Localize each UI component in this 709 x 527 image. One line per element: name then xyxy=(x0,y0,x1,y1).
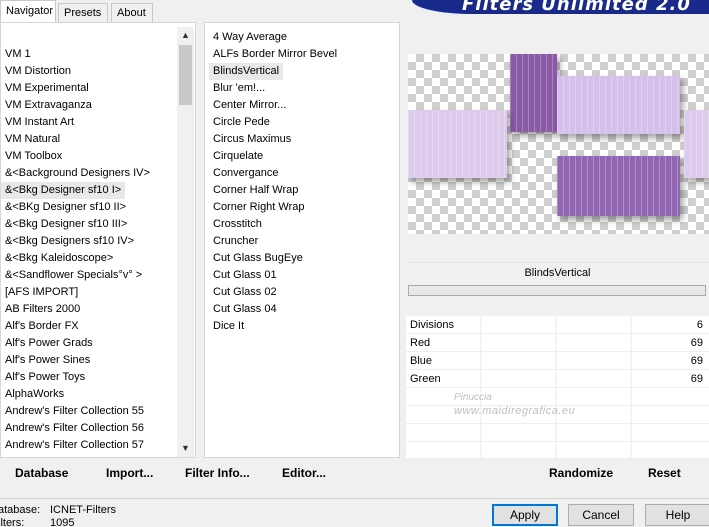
progress-bar xyxy=(408,285,706,296)
watermark-url: www.maidiregrafica.eu xyxy=(454,405,576,417)
category-item[interactable]: &<Bkg Designer sf10 I> xyxy=(1,182,126,199)
category-item[interactable]: AlphaWorks xyxy=(1,386,150,403)
category-item[interactable]: Alf's Power Toys xyxy=(1,369,150,386)
category-item[interactable]: VM Instant Art xyxy=(1,114,150,131)
randomize-button[interactable]: Randomize xyxy=(549,466,613,480)
scroll-down-icon[interactable]: ▼ xyxy=(177,440,194,457)
preview-block xyxy=(684,110,709,178)
filter-item[interactable]: Corner Right Wrap xyxy=(209,199,337,216)
reset-button[interactable]: Reset xyxy=(648,466,681,480)
filter-item[interactable]: Cut Glass 02 xyxy=(209,284,337,301)
filter-item[interactable]: Corner Half Wrap xyxy=(209,182,337,199)
filter-item[interactable]: Circus Maximus xyxy=(209,131,337,148)
database-button[interactable]: Database xyxy=(15,466,68,480)
filters-count-label: ilters: xyxy=(0,517,25,527)
category-item[interactable]: Andrew's Filter Collection 56 xyxy=(1,420,150,437)
scroll-up-icon[interactable]: ▲ xyxy=(177,27,194,44)
category-panel: VM 1 VM Distortion VM Experimental VM Extra… xyxy=(0,22,196,458)
param-value: 6 xyxy=(696,319,703,331)
filter-item[interactable]: Center Mirror... xyxy=(209,97,337,114)
toolbar: Database Import... Filter Info... Editor… xyxy=(0,460,709,488)
preview-block xyxy=(557,76,680,134)
category-list[interactable]: VM 1 VM Distortion VM Experimental VM Extra… xyxy=(1,46,150,454)
preview-block xyxy=(408,110,507,178)
category-item[interactable]: &<Bkg Designer sf10 III> xyxy=(1,216,150,233)
help-button[interactable]: Help xyxy=(645,504,709,526)
filter-item[interactable]: Convergance xyxy=(209,165,337,182)
category-item[interactable]: VM Toolbox xyxy=(1,148,150,165)
tab-bar: Navigator Presets About Filters Unlimite… xyxy=(0,0,709,22)
param-blue[interactable]: Blue 69 xyxy=(406,352,709,370)
app-title: Filters Unlimited 2.0 xyxy=(462,0,691,14)
param-empty xyxy=(406,442,709,460)
preview-block xyxy=(510,54,557,132)
preview-block xyxy=(557,156,680,216)
filter-item[interactable]: Cruncher xyxy=(209,233,337,250)
filter-item[interactable]: Blur 'em!... xyxy=(209,80,337,97)
param-value: 69 xyxy=(690,373,703,385)
database-label: atabase: xyxy=(0,504,41,516)
apply-button[interactable]: Apply xyxy=(492,504,558,526)
category-item[interactable]: [AFS IMPORT] xyxy=(1,284,150,301)
category-item[interactable]: &<Bkg Kaleidoscope> xyxy=(1,250,150,267)
param-red[interactable]: Red 69 xyxy=(406,334,709,352)
watermark: Pinuccia www.maidiregrafica.eu xyxy=(454,392,575,417)
cancel-button[interactable]: Cancel xyxy=(568,504,634,526)
watermark-name: Pinuccia xyxy=(454,392,492,403)
tab-navigator[interactable]: Navigator xyxy=(0,0,56,22)
filter-item[interactable]: Dice It xyxy=(209,318,337,335)
category-item[interactable]: AB Filters 2000 xyxy=(1,301,150,318)
filter-item[interactable]: ALFs Border Mirror Bevel xyxy=(209,46,337,63)
filter-item[interactable]: 4 Way Average xyxy=(209,29,337,46)
category-item[interactable]: Andrew's Filter Collection 55 xyxy=(1,403,150,420)
status-bar: atabase: ICNET-Filters ilters: 1095 Appl… xyxy=(0,498,709,527)
category-item[interactable]: &<Sandflower Specials°v° > xyxy=(1,267,150,284)
category-item[interactable]: &<BKg Designer sf10 II> xyxy=(1,199,150,216)
tab-presets[interactable]: Presets xyxy=(58,3,108,22)
preview-image xyxy=(408,54,709,234)
param-label: Divisions xyxy=(410,319,455,331)
selected-filter-name: BlindsVertical xyxy=(406,262,709,282)
param-label: Green xyxy=(410,373,441,385)
filter-item[interactable]: Crosstitch xyxy=(209,216,337,233)
filter-item[interactable]: Cut Glass 04 xyxy=(209,301,337,318)
editor-button[interactable]: Editor... xyxy=(282,466,326,480)
tab-about[interactable]: About xyxy=(111,3,153,22)
category-item[interactable]: VM Natural xyxy=(1,131,150,148)
filter-info-button[interactable]: Filter Info... xyxy=(185,466,250,480)
category-item[interactable]: &<Background Designers IV> xyxy=(1,165,150,182)
param-value: 69 xyxy=(690,337,703,349)
import-button[interactable]: Import... xyxy=(106,466,153,480)
scroll-thumb[interactable] xyxy=(179,45,192,105)
category-item[interactable]: Andrew's Filter Collection 57 xyxy=(1,437,150,454)
filter-item[interactable]: BlindsVertical xyxy=(209,63,284,80)
filter-item[interactable]: Cut Glass 01 xyxy=(209,267,337,284)
category-item[interactable]: VM Extravaganza xyxy=(1,97,150,114)
filter-item[interactable]: Cirquelate xyxy=(209,148,337,165)
category-item[interactable]: VM Distortion xyxy=(1,63,150,80)
category-item[interactable]: VM 1 xyxy=(1,46,150,63)
category-item[interactable]: &<Bkg Designers sf10 IV> xyxy=(1,233,150,250)
parameter-panel: Divisions 6 Red 69 Blue 69 Green 69 xyxy=(406,316,709,460)
param-label: Blue xyxy=(410,355,433,367)
app-banner: Filters Unlimited 2.0 xyxy=(412,0,709,14)
category-scrollbar[interactable]: ▲ ▼ xyxy=(177,27,194,457)
category-item[interactable]: Alf's Power Grads xyxy=(1,335,150,352)
category-item[interactable]: VM Experimental xyxy=(1,80,150,97)
filter-list[interactable]: 4 Way Average ALFs Border Mirror Bevel Bli… xyxy=(209,29,337,335)
filters-count-value: 1095 xyxy=(50,517,75,527)
param-empty xyxy=(406,424,709,442)
param-value: 69 xyxy=(690,355,703,367)
database-value: ICNET-Filters xyxy=(50,504,116,516)
param-divisions[interactable]: Divisions 6 xyxy=(406,316,709,334)
filter-item[interactable]: Cut Glass BugEye xyxy=(209,250,337,267)
filter-panel: 4 Way Average ALFs Border Mirror Bevel Bli… xyxy=(204,22,400,458)
param-green[interactable]: Green 69 xyxy=(406,370,709,388)
filter-item[interactable]: Circle Pede xyxy=(209,114,337,131)
category-item[interactable]: Alf's Border FX xyxy=(1,318,150,335)
param-label: Red xyxy=(410,337,431,349)
category-item[interactable]: Alf's Power Sines xyxy=(1,352,150,369)
